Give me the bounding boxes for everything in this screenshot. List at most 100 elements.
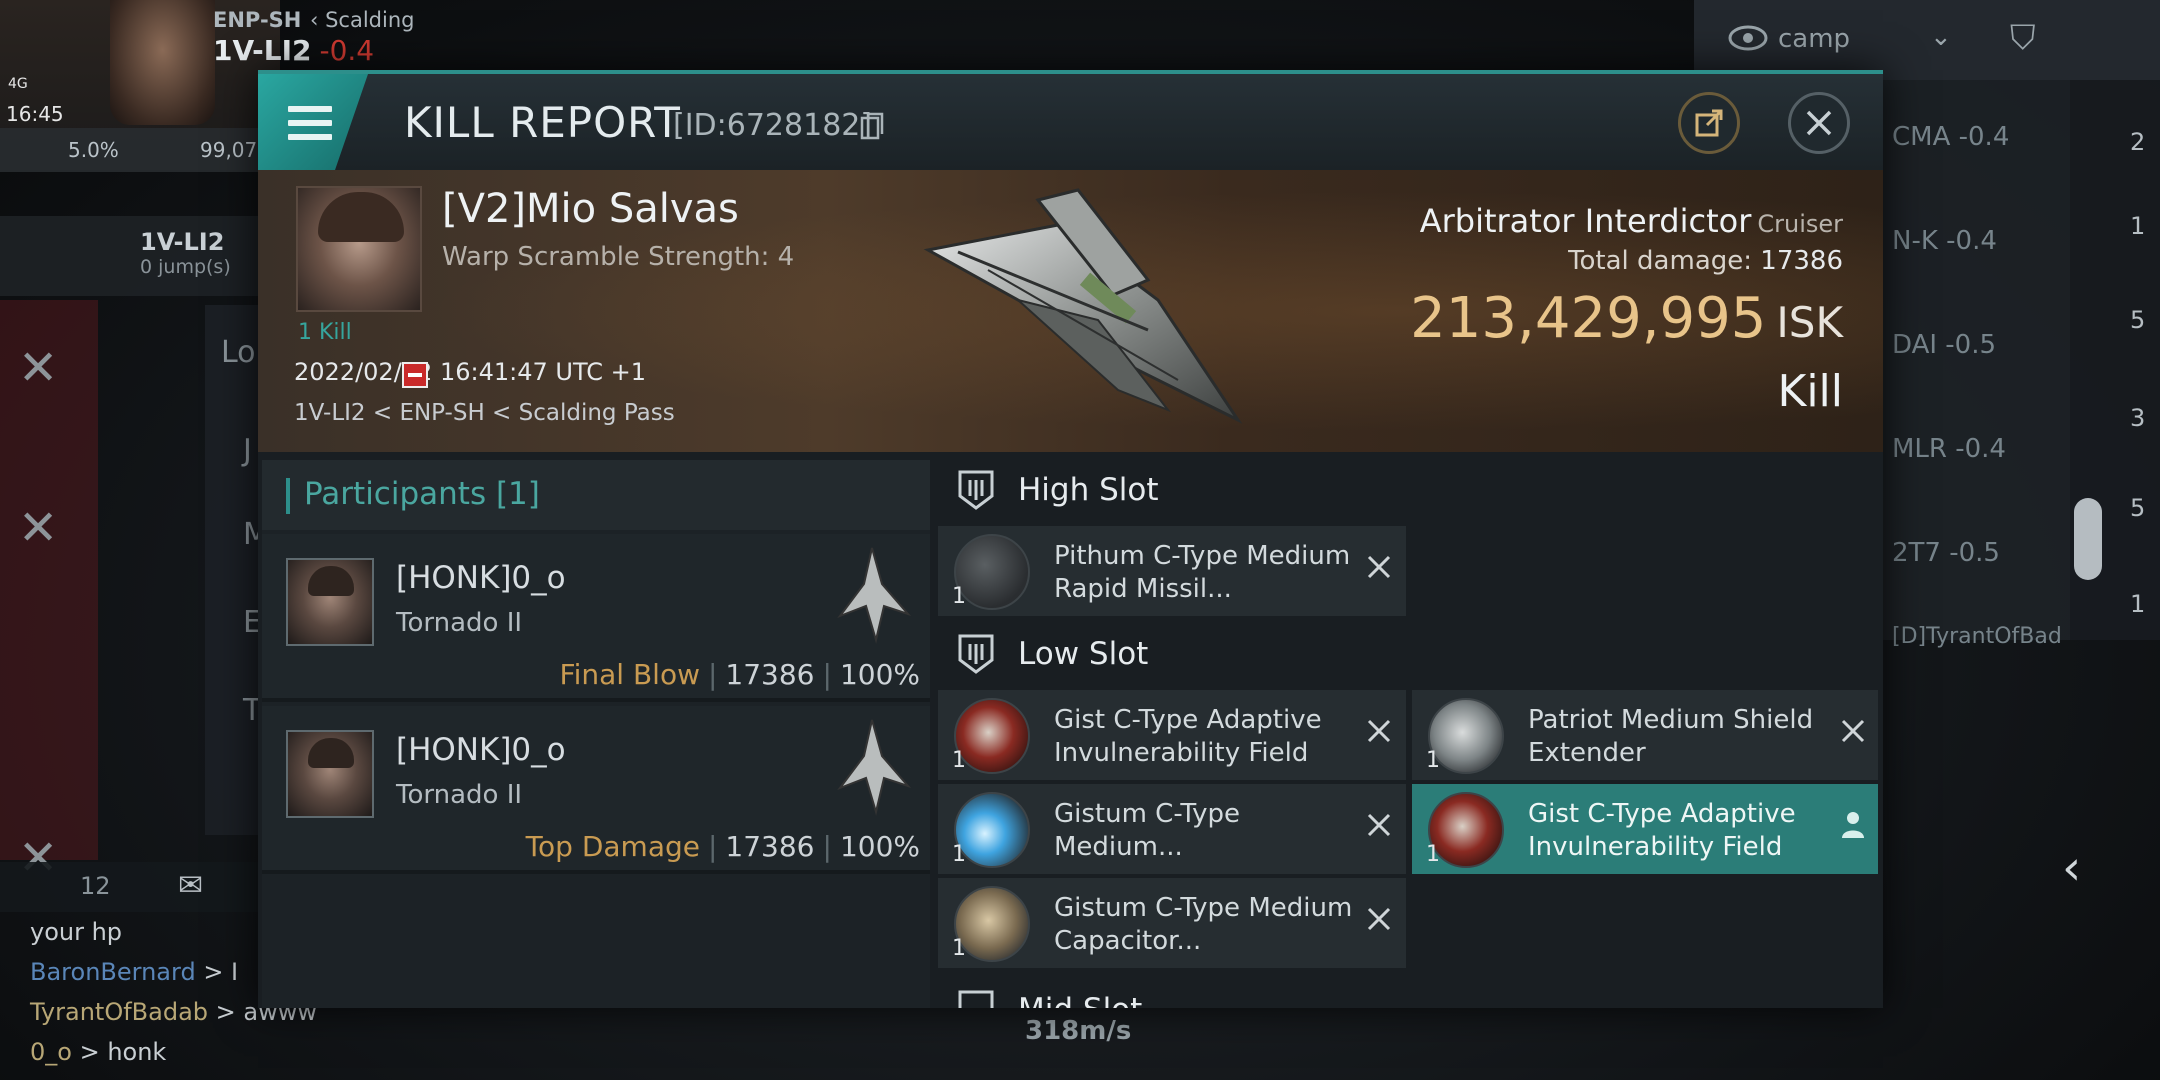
low-slot-icon bbox=[958, 634, 994, 674]
module-quantity: 1 bbox=[952, 842, 966, 867]
overview-entry[interactable]: 2T7 -0.5 bbox=[1892, 538, 2000, 568]
victim-portrait[interactable] bbox=[296, 186, 422, 312]
clock: 16:45 bbox=[6, 102, 64, 126]
destroyed-icon bbox=[1841, 719, 1865, 743]
participant-name: [HONK]0_o bbox=[396, 732, 566, 768]
close-icon[interactable]: ✕ bbox=[18, 340, 58, 396]
module-quantity: 1 bbox=[1426, 842, 1440, 867]
participant-stats: Final Blow | 17386 | 100% bbox=[559, 658, 920, 691]
ship-speed: 318m/s bbox=[1025, 1016, 1132, 1046]
count-badge: 5 bbox=[2130, 494, 2146, 522]
close-icon[interactable]: ✕ bbox=[18, 500, 58, 556]
overview-scrollbar[interactable] bbox=[2074, 498, 2102, 580]
close-button[interactable] bbox=[1788, 92, 1850, 154]
overview-list: CMA -0.4 N-K -0.4 DAI -0.5 MLR -0.4 2T7 … bbox=[1880, 80, 2070, 649]
network-indicator: 4G bbox=[8, 76, 28, 92]
participant-portrait[interactable] bbox=[286, 558, 374, 646]
overview-entry[interactable]: MLR -0.4 bbox=[1892, 434, 2006, 464]
mail-icon[interactable]: ✉ bbox=[178, 868, 203, 903]
chat-message: your hp bbox=[30, 918, 123, 946]
fitting-panel: High Slot 1 Pithum C-Type Medium Rapid M… bbox=[938, 460, 1878, 1008]
participants-title: Participants [1] bbox=[304, 476, 540, 512]
kill-datetime: 2022/02/02 16:41:47 UTC +1 bbox=[294, 358, 646, 386]
module-quantity: 1 bbox=[952, 748, 966, 773]
route-system[interactable]: ‹ Scalding bbox=[310, 8, 414, 32]
kill-location[interactable]: 1V-LI2 < ENP-SH < Scalding Pass bbox=[294, 400, 675, 426]
destroyed-icon bbox=[1367, 555, 1391, 579]
victim-name[interactable]: [V2]Mio Salvas bbox=[442, 186, 739, 232]
chat-member-count: 12 bbox=[80, 872, 111, 900]
participant-card[interactable]: [HONK]0_o Tornado II Final Blow | 17386 | 10… bbox=[262, 534, 930, 702]
module-quantity: 1 bbox=[1426, 748, 1440, 773]
module-item[interactable]: 1 Pithum C-Type Medium Rapid Missil... bbox=[938, 526, 1406, 616]
total-damage-value: 17386 bbox=[1760, 246, 1843, 276]
victim-ship-image[interactable] bbox=[898, 180, 1258, 440]
eye-icon bbox=[1728, 25, 1768, 51]
module-name: Pithum C-Type Medium Rapid Missil... bbox=[1054, 541, 1351, 604]
module-name: Gistum C-Type Medium Capacitor... bbox=[1054, 893, 1353, 956]
route-panel[interactable]: 1V-LI2 0 jump(s) bbox=[0, 216, 260, 296]
hud-stat-2: 99,07 bbox=[200, 138, 258, 162]
participant-damage: 17386 bbox=[725, 658, 815, 691]
module-item[interactable]: 1 Gistum C-Type Medium... bbox=[938, 784, 1406, 874]
chevron-left-icon[interactable]: ‹ bbox=[2062, 840, 2081, 896]
module-name: Gist C-Type Adaptive Invulnerability Fie… bbox=[1054, 705, 1322, 768]
participant-card[interactable]: [HONK]0_o Tornado II Top Damage | 17386 | 10… bbox=[262, 706, 930, 874]
module-quantity: 1 bbox=[952, 584, 966, 609]
filter-icon[interactable]: ⛉ bbox=[2010, 18, 2036, 58]
hostile-badge-icon bbox=[402, 362, 428, 388]
participant-stats: Top Damage | 17386 | 100% bbox=[525, 830, 920, 863]
victim-ship-name[interactable]: Arbitrator Interdictor Cruiser bbox=[1420, 202, 1843, 240]
overview-filter-bar[interactable]: camp ⌄ ⛉ bbox=[1694, 0, 2160, 80]
victim-kills-link[interactable]: 1 Kill bbox=[298, 320, 352, 345]
share-button[interactable] bbox=[1678, 92, 1740, 154]
overview-entry[interactable]: CMA -0.4 bbox=[1892, 122, 2009, 152]
module-item[interactable]: 1 Patriot Medium Shield Extender bbox=[1412, 690, 1878, 780]
participant-ship: Tornado II bbox=[396, 780, 523, 810]
route-target: 1V-LI2 bbox=[140, 228, 225, 256]
security-status: -0.4 bbox=[319, 34, 375, 67]
panel-letter: J bbox=[243, 433, 252, 468]
panel-letter: Lo bbox=[221, 335, 256, 370]
victim-header: [V2]Mio Salvas Warp Scramble Strength: 4… bbox=[258, 170, 1883, 452]
count-badge: 2 bbox=[2130, 128, 2146, 156]
hud-stat-1: 5.0% bbox=[68, 138, 119, 162]
chevron-down-icon[interactable]: ⌄ bbox=[1930, 22, 1952, 52]
participant-ship-image bbox=[837, 547, 912, 644]
copy-icon[interactable] bbox=[860, 112, 884, 140]
current-system[interactable]: 1V-LI2 -0.4 bbox=[213, 34, 374, 67]
kill-report-dialog: KILL REPORT [ID:6728182] [V2]Mio Salvas … bbox=[258, 70, 1883, 1008]
participant-percent: 100% bbox=[839, 658, 920, 691]
chat-message: BaronBernard > I bbox=[30, 958, 239, 986]
overview-entry[interactable]: DAI -0.5 bbox=[1892, 330, 1996, 360]
dialog-title: KILL REPORT bbox=[404, 98, 681, 147]
module-item-selected[interactable]: 1 Gist C-Type Adaptive Invulnerability F… bbox=[1412, 784, 1878, 874]
module-name: Gistum C-Type Medium... bbox=[1054, 799, 1241, 862]
destroyed-icon bbox=[1367, 813, 1391, 837]
overview-preset[interactable]: camp bbox=[1778, 24, 1850, 54]
killmail-id: [ID:6728182] bbox=[673, 108, 873, 143]
chat-toolbar: 12 ✉ bbox=[0, 862, 280, 912]
pilot-portrait[interactable] bbox=[110, 0, 215, 125]
title-bar: KILL REPORT [ID:6728182] bbox=[258, 74, 1883, 170]
module-item[interactable]: 1 Gistum C-Type Medium Capacitor... bbox=[938, 878, 1406, 968]
participant-ship-image bbox=[837, 719, 912, 816]
total-damage: Total damage: 17386 bbox=[1568, 246, 1843, 276]
destroyed-icon bbox=[1367, 907, 1391, 931]
participant-damage: 17386 bbox=[725, 830, 815, 863]
hamburger-icon bbox=[288, 106, 332, 140]
route-jumps: 0 jump(s) bbox=[140, 256, 231, 278]
mid-slot-header: Mid Slot bbox=[938, 980, 1878, 1008]
participant-role: Final Blow bbox=[559, 658, 700, 691]
mid-slot-icon bbox=[958, 990, 994, 1008]
left-side-panel: Lo J M E T bbox=[205, 305, 269, 835]
low-slot-header: Low Slot bbox=[938, 624, 1878, 686]
overview-entry[interactable]: [D]TyrantOfBad bbox=[1892, 624, 2062, 649]
participant-portrait[interactable] bbox=[286, 730, 374, 818]
module-item[interactable]: 1 Gist C-Type Adaptive Invulnerability F… bbox=[938, 690, 1406, 780]
hud-stat-bar: 5.0% 99,07 bbox=[0, 128, 265, 172]
overview-entry[interactable]: N-K -0.4 bbox=[1892, 226, 1997, 256]
module-name: Patriot Medium Shield Extender bbox=[1528, 705, 1814, 768]
menu-button[interactable] bbox=[258, 74, 368, 170]
destination-system[interactable]: ENP-SH bbox=[213, 8, 301, 32]
